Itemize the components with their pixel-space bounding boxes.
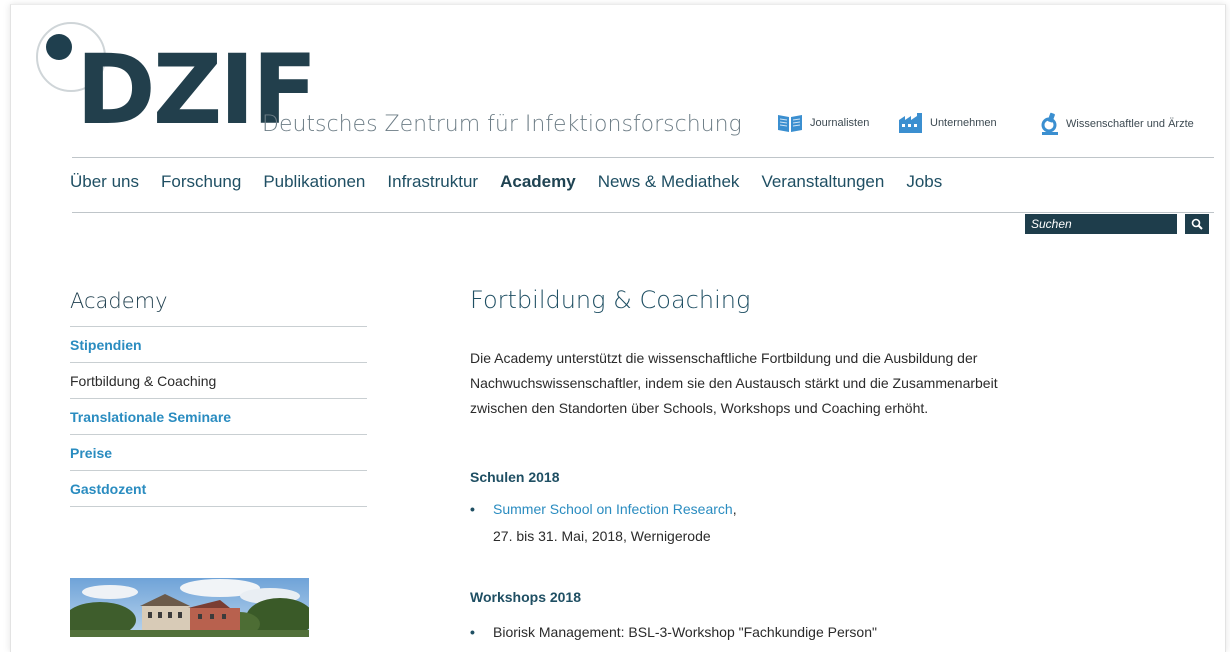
book-icon — [776, 112, 804, 134]
intro-line: zwischen den Standorten über Schools, Wo… — [470, 400, 929, 416]
section-heading-schulen: Schulen 2018 — [470, 469, 560, 485]
nav-item-news-mediathek[interactable]: News & Mediathek — [598, 172, 740, 192]
section-heading-workshops: Workshops 2018 — [470, 589, 582, 605]
nav-item-infrastruktur[interactable]: Infrastruktur — [387, 172, 478, 192]
search-bar: Suchen — [1025, 214, 1209, 234]
bullet-icon: • — [470, 624, 475, 640]
bullet-icon: • — [470, 501, 475, 517]
summer-school-link[interactable]: Summer School on Infection Research — [493, 501, 733, 517]
microscope-icon — [1040, 112, 1060, 136]
nav-item-jobs[interactable]: Jobs — [906, 172, 942, 192]
dzif-logo[interactable]: DZIF — [36, 22, 318, 138]
nav-divider — [72, 212, 1214, 213]
intro-line: Nachwuchswissenschaftler, indem sie den … — [470, 375, 998, 391]
service-link-unternehmen[interactable]: Unternehmen — [898, 112, 997, 134]
sidebar-item-fortbildung-coaching[interactable]: Fortbildung & Coaching — [70, 363, 367, 399]
factory-icon — [898, 112, 924, 134]
sidebar-title: Academy — [70, 289, 168, 313]
sidebar-item-stipendien[interactable]: Stipendien — [70, 327, 367, 363]
logo-dot — [46, 34, 72, 60]
search-icon — [1191, 218, 1203, 230]
service-link-label: Wissenschaftler und Ärzte — [1066, 118, 1194, 130]
service-link-journalisten[interactable]: Journalisten — [776, 112, 869, 134]
nav-item-forschung[interactable]: Forschung — [161, 172, 241, 192]
list-item: • Summer School on Infection Research, — [470, 501, 737, 517]
sidebar-item-gastdozent[interactable]: Gastdozent — [70, 471, 367, 507]
intro-line: Die Academy unterstützt die wissenschaft… — [470, 350, 978, 366]
intro-text: Die Academy unterstützt die wissenschaft… — [470, 346, 1110, 421]
service-link-label: Unternehmen — [930, 117, 997, 129]
search-input[interactable]: Suchen — [1025, 214, 1177, 234]
sidebar-item-translationale-seminare[interactable]: Translationale Seminare — [70, 399, 367, 435]
nav-item-ueber-uns[interactable]: Über uns — [70, 172, 139, 192]
nav-item-publikationen[interactable]: Publikationen — [263, 172, 365, 192]
site-tagline: Deutsches Zentrum für Infektionsforschun… — [262, 112, 742, 137]
service-link-wissenschaftler[interactable]: Wissenschaftler und Ärzte — [1040, 112, 1194, 136]
page-title: Fortbildung & Coaching — [470, 286, 751, 314]
search-button[interactable] — [1185, 214, 1209, 234]
sidebar-item-preise[interactable]: Preise — [70, 435, 367, 471]
item-suffix: , — [732, 501, 737, 517]
workshop-item: Biorisk Management: BSL-3-Workshop "Fach… — [493, 624, 877, 640]
main-nav: Über uns Forschung Publikationen Infrast… — [70, 172, 964, 192]
summer-school-detail: 27. bis 31. Mai, 2018, Wernigerode — [493, 528, 711, 544]
header-divider — [72, 157, 1214, 158]
list-item: • Biorisk Management: BSL-3-Workshop "Fa… — [470, 624, 877, 640]
sidebar-menu: Stipendien Fortbildung & Coaching Transl… — [70, 326, 367, 507]
service-link-label: Journalisten — [810, 117, 870, 129]
nav-item-veranstaltungen[interactable]: Veranstaltungen — [761, 172, 884, 192]
nav-item-academy[interactable]: Academy — [500, 172, 576, 192]
castle-photo — [70, 578, 309, 637]
